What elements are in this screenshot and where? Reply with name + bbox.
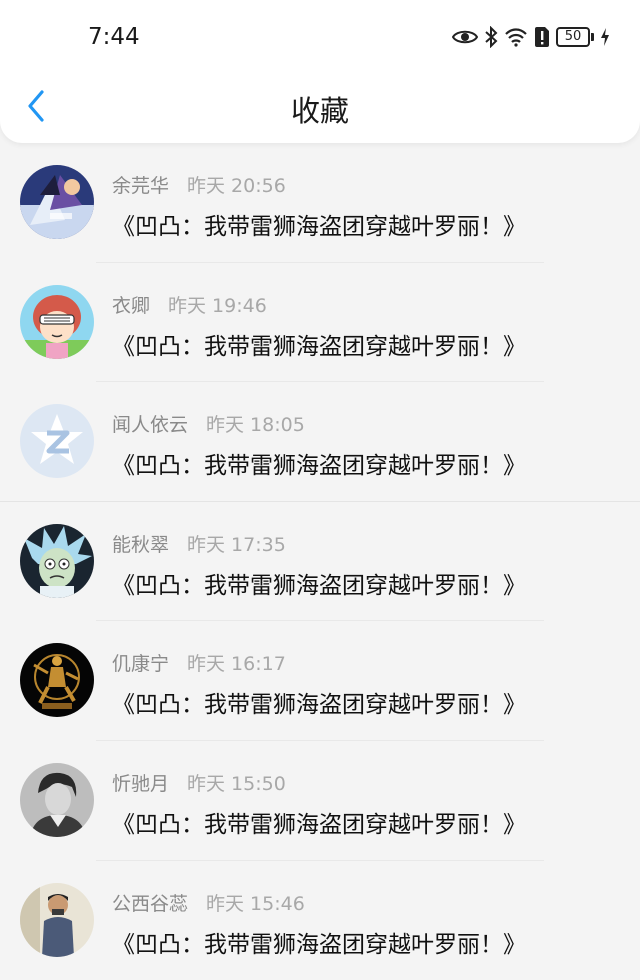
top-header: 7:44 50 收藏 <box>0 0 640 143</box>
anime-avatar-icon <box>20 165 94 239</box>
author-name: 余芫华 <box>112 175 170 197</box>
item-title: 《凹凸：我带雷狮海盗团穿越叶罗丽！》 <box>112 811 526 838</box>
item-title: 《凹凸：我带雷狮海盗团穿越叶罗丽！》 <box>112 572 526 599</box>
item-time: 昨天 17:35 <box>187 533 286 556</box>
eye-icon <box>452 28 478 46</box>
author-line: 仉康宁 昨天 16:17 <box>112 649 286 676</box>
item-time: 昨天 19:46 <box>168 294 267 317</box>
list-item[interactable]: 余芫华 昨天 20:56 《凹凸：我带雷狮海盗团穿越叶罗丽！》 <box>0 143 640 263</box>
author-line: 余芫华 昨天 20:56 <box>112 171 286 198</box>
item-time: 昨天 18:05 <box>206 414 305 437</box>
portrait-avatar-icon <box>20 762 94 837</box>
author-line: 闻人依云 昨天 18:05 <box>112 410 305 437</box>
list-item[interactable]: 衣卿 昨天 19:46 《凹凸：我带雷狮海盗团穿越叶罗丽！》 <box>0 263 640 383</box>
item-time: 昨天 15:50 <box>187 772 286 795</box>
author-name: 闻人依云 <box>112 414 189 437</box>
author-name: 仉康宁 <box>112 653 170 676</box>
bluetooth-icon <box>484 26 498 48</box>
status-icons: 50 <box>452 22 610 52</box>
wifi-icon <box>504 27 528 47</box>
list-item[interactable]: 公西谷蕊 昨天 15:46 《凹凸：我带雷狮海盗团穿越叶罗丽！》 <box>0 861 640 980</box>
section-divider <box>0 501 640 502</box>
list-item[interactable]: 能秋翠 昨天 17:35 《凹凸：我带雷狮海盗团穿越叶罗丽！》 <box>0 502 640 622</box>
list-item[interactable]: 仉康宁 昨天 16:17 《凹凸：我带雷狮海盗团穿越叶罗丽！》 <box>0 621 640 741</box>
item-title: 《凹凸：我带雷狮海盗团穿越叶罗丽！》 <box>112 453 526 480</box>
battery-indicator: 50 <box>556 27 594 47</box>
author-name: 忻驰月 <box>112 772 170 795</box>
battery-level: 50 <box>556 27 590 47</box>
item-time: 昨天 20:56 <box>187 175 286 197</box>
author-name: 衣卿 <box>112 294 151 317</box>
item-title: 《凹凸：我带雷狮海盗团穿越叶罗丽！》 <box>112 692 526 719</box>
sim-alert-icon <box>534 26 550 48</box>
favorites-list: 余芫华 昨天 20:56 《凹凸：我带雷狮海盗团穿越叶罗丽！》 衣卿 昨天 19:4… <box>0 143 640 980</box>
author-line: 忻驰月 昨天 15:50 <box>112 769 286 796</box>
author-line: 衣卿 昨天 19:46 <box>112 291 267 318</box>
statue-avatar-icon <box>20 643 94 718</box>
rick-avatar-icon <box>20 523 94 598</box>
page-title: 收藏 <box>290 94 349 128</box>
item-title: 《凹凸：我带雷狮海盗团穿越叶罗丽！》 <box>112 931 526 958</box>
battery-cap <box>591 33 594 41</box>
charging-icon <box>600 27 610 47</box>
item-title: 《凹凸：我带雷狮海盗团穿越叶罗丽！》 <box>112 214 526 240</box>
list-item[interactable]: 闻人依云 昨天 18:05 《凹凸：我带雷狮海盗团穿越叶罗丽！》 <box>0 382 640 502</box>
author-line: 能秋翠 昨天 17:35 <box>112 530 286 557</box>
item-title: 《凹凸：我带雷狮海盗团穿越叶罗丽！》 <box>112 333 526 360</box>
default-z-avatar-icon <box>20 404 94 479</box>
person-avatar-icon <box>20 882 94 957</box>
cartoon-girl-avatar-icon <box>20 284 94 359</box>
author-name: 能秋翠 <box>112 533 170 556</box>
list-item[interactable]: 忻驰月 昨天 15:50 《凹凸：我带雷狮海盗团穿越叶罗丽！》 <box>0 741 640 861</box>
item-time: 昨天 15:46 <box>206 892 305 915</box>
status-time: 7:44 <box>88 24 140 50</box>
author-name: 公西谷蕊 <box>112 892 189 915</box>
item-time: 昨天 16:17 <box>187 653 286 676</box>
author-line: 公西谷蕊 昨天 15:46 <box>112 889 305 916</box>
